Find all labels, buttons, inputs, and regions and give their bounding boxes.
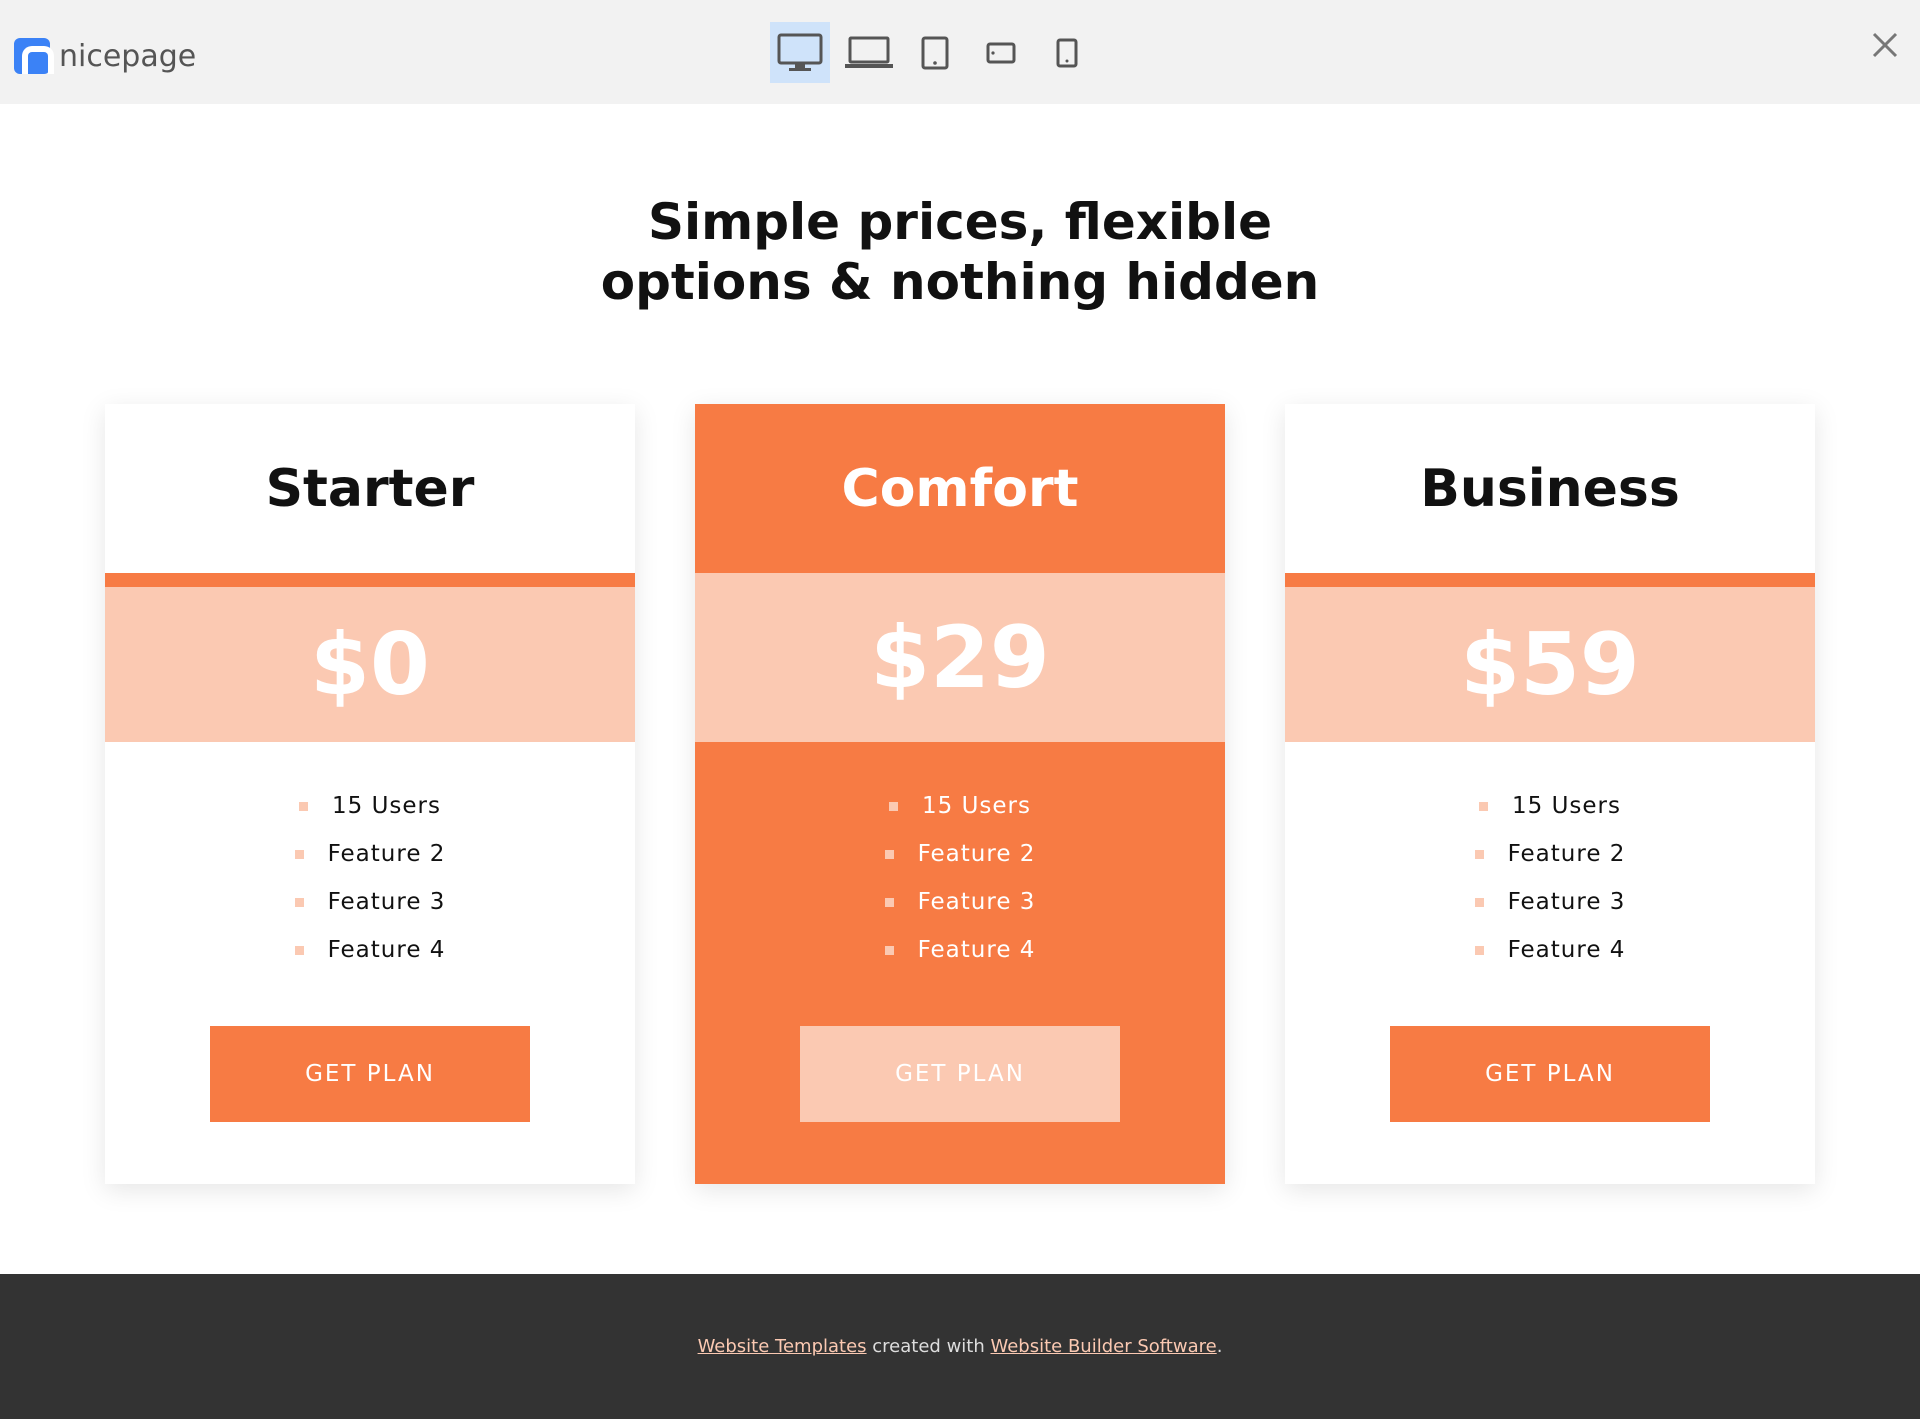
footer-text: Website Templates created with Website B… <box>698 1336 1223 1357</box>
feature-label: Feature 3 <box>1507 889 1626 915</box>
feature-label: Feature 3 <box>917 889 1036 915</box>
page-footer: Website Templates created with Website B… <box>0 1274 1920 1419</box>
page-heading: Simple prices, flexible options & nothin… <box>0 192 1920 312</box>
brand-name: nicepage <box>59 38 197 74</box>
feature-item: Feature 3 <box>105 878 635 926</box>
feature-label: 15 Users <box>1512 793 1621 819</box>
feature-item: Feature 2 <box>695 830 1225 878</box>
feature-list: 15 Users Feature 2 Feature 3 Feature 4 <box>1285 782 1815 974</box>
feature-item: Feature 4 <box>105 926 635 974</box>
feature-label: 15 Users <box>922 793 1031 819</box>
feature-item: Feature 4 <box>695 926 1225 974</box>
phone-icon <box>1056 38 1078 67</box>
brand[interactable]: nicepage <box>14 38 196 74</box>
bullet-icon <box>294 849 304 859</box>
pricing-card-business: Business $59 15 Users Feature 2 Feature … <box>1285 404 1815 1184</box>
laptop-icon <box>845 36 893 68</box>
pricing-card-comfort: Comfort $29 15 Users Feature 2 Feature 3… <box>695 404 1225 1184</box>
feature-item: 15 Users <box>105 782 635 830</box>
feature-item: Feature 3 <box>695 878 1225 926</box>
feature-label: Feature 4 <box>917 937 1036 963</box>
plan-name: Starter <box>265 458 475 519</box>
website-builder-link[interactable]: Website Builder Software <box>990 1336 1216 1357</box>
feature-label: Feature 4 <box>327 937 446 963</box>
nicepage-logo-icon <box>14 38 54 74</box>
heading-line-2: options & nothing hidden <box>600 253 1320 311</box>
device-switcher <box>770 22 1100 83</box>
plan-name: Comfort <box>841 458 1079 519</box>
tablet-landscape-icon <box>986 42 1016 63</box>
feature-item: 15 Users <box>1285 782 1815 830</box>
phone-view-button[interactable] <box>1034 22 1100 83</box>
feature-item: Feature 2 <box>105 830 635 878</box>
bullet-icon <box>294 945 304 955</box>
bullet-icon <box>1479 801 1488 811</box>
feature-item: Feature 4 <box>1285 926 1815 974</box>
feature-item: Feature 2 <box>1285 830 1815 878</box>
bullet-icon <box>889 801 898 811</box>
bullet-icon <box>1474 849 1484 859</box>
feature-label: Feature 3 <box>327 889 446 915</box>
feature-list: 15 Users Feature 2 Feature 3 Feature 4 <box>695 782 1225 974</box>
footer-middle-text: created with <box>866 1336 991 1357</box>
accent-divider <box>1285 573 1815 587</box>
plan-price: $0 <box>105 587 635 742</box>
bullet-icon <box>1474 945 1484 955</box>
feature-list: 15 Users Feature 2 Feature 3 Feature 4 <box>105 782 635 974</box>
feature-label: Feature 2 <box>1507 841 1626 867</box>
plan-price: $29 <box>695 573 1225 742</box>
get-plan-button-starter[interactable]: GET PLAN <box>210 1026 530 1122</box>
feature-label: 15 Users <box>332 793 441 819</box>
close-icon <box>1872 32 1898 58</box>
tablet-icon <box>921 36 949 69</box>
plan-name: Business <box>1420 458 1680 519</box>
bullet-icon <box>884 945 894 955</box>
close-preview-button[interactable] <box>1868 28 1902 62</box>
feature-item: 15 Users <box>695 782 1225 830</box>
bullet-icon <box>884 897 894 907</box>
accent-divider <box>105 573 635 587</box>
feature-label: Feature 4 <box>1507 937 1626 963</box>
laptop-view-button[interactable] <box>836 22 902 83</box>
desktop-view-button[interactable] <box>770 22 830 83</box>
tablet-view-button[interactable] <box>902 22 968 83</box>
website-templates-link[interactable]: Website Templates <box>698 1336 867 1357</box>
get-plan-button-comfort[interactable]: GET PLAN <box>800 1026 1120 1122</box>
feature-label: Feature 2 <box>327 841 446 867</box>
bullet-icon <box>299 801 308 811</box>
footer-end-text: . <box>1216 1336 1223 1357</box>
get-plan-button-business[interactable]: GET PLAN <box>1390 1026 1710 1122</box>
bullet-icon <box>1474 897 1484 907</box>
feature-item: Feature 3 <box>1285 878 1815 926</box>
preview-toolbar: nicepage <box>0 0 1920 104</box>
bullet-icon <box>884 849 894 859</box>
pricing-card-starter: Starter $0 15 Users Feature 2 Feature 3 … <box>105 404 635 1184</box>
desktop-icon <box>777 33 823 71</box>
tablet-landscape-view-button[interactable] <box>968 22 1034 83</box>
feature-label: Feature 2 <box>917 841 1036 867</box>
heading-line-1: Simple prices, flexible <box>648 193 1272 251</box>
bullet-icon <box>294 897 304 907</box>
plan-price: $59 <box>1285 587 1815 742</box>
